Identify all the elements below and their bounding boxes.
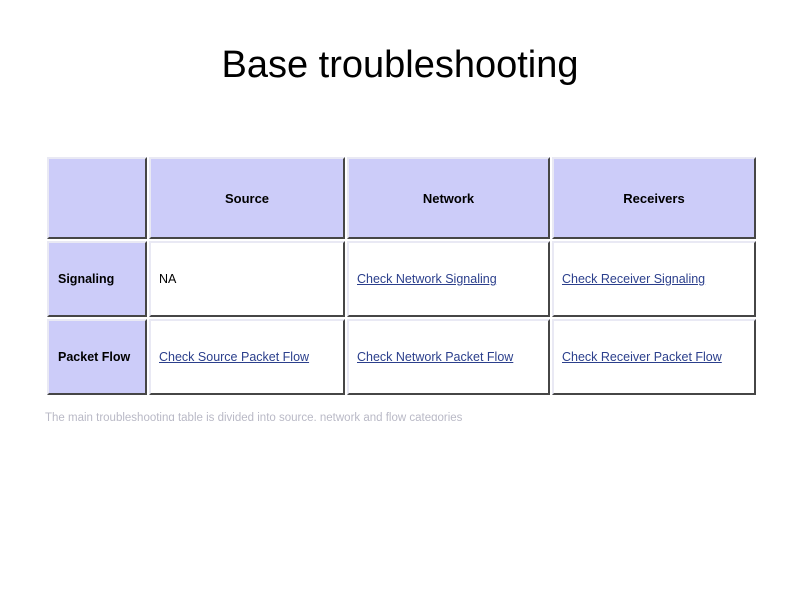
cell-signaling-source: NA bbox=[149, 241, 345, 317]
table-row: Packet Flow Check Source Packet Flow Che… bbox=[47, 319, 756, 395]
page-title: Base troubleshooting bbox=[221, 44, 579, 86]
cell-packetflow-network[interactable]: Check Network Packet Flow bbox=[347, 319, 550, 395]
link-check-receiver-signaling[interactable]: Check Receiver Signaling bbox=[562, 272, 705, 286]
caption-clipped: The main troubleshooting table is divide… bbox=[45, 412, 685, 421]
cell-signaling-network[interactable]: Check Network Signaling bbox=[347, 241, 550, 317]
link-check-source-packet-flow[interactable]: Check Source Packet Flow bbox=[159, 350, 309, 364]
row-header-signaling: Signaling bbox=[47, 241, 147, 317]
column-header-source: Source bbox=[149, 157, 345, 239]
caption-text: The main troubleshooting table is divide… bbox=[45, 412, 463, 421]
troubleshooting-table: Source Network Receivers Signaling NA Ch… bbox=[45, 155, 758, 397]
cell-packetflow-receivers[interactable]: Check Receiver Packet Flow bbox=[552, 319, 756, 395]
link-check-network-packet-flow[interactable]: Check Network Packet Flow bbox=[357, 350, 513, 364]
cell-signaling-receivers[interactable]: Check Receiver Signaling bbox=[552, 241, 756, 317]
table-corner-cell bbox=[47, 157, 147, 239]
column-header-receivers: Receivers bbox=[552, 157, 756, 239]
link-check-receiver-packet-flow[interactable]: Check Receiver Packet Flow bbox=[562, 350, 722, 364]
cell-packetflow-source[interactable]: Check Source Packet Flow bbox=[149, 319, 345, 395]
table-row: Signaling NA Check Network Signaling Che… bbox=[47, 241, 756, 317]
link-check-network-signaling[interactable]: Check Network Signaling bbox=[357, 272, 497, 286]
column-header-network: Network bbox=[347, 157, 550, 239]
table-header-row: Source Network Receivers bbox=[47, 157, 756, 239]
cell-value-na: NA bbox=[159, 272, 177, 286]
row-header-packet-flow: Packet Flow bbox=[47, 319, 147, 395]
